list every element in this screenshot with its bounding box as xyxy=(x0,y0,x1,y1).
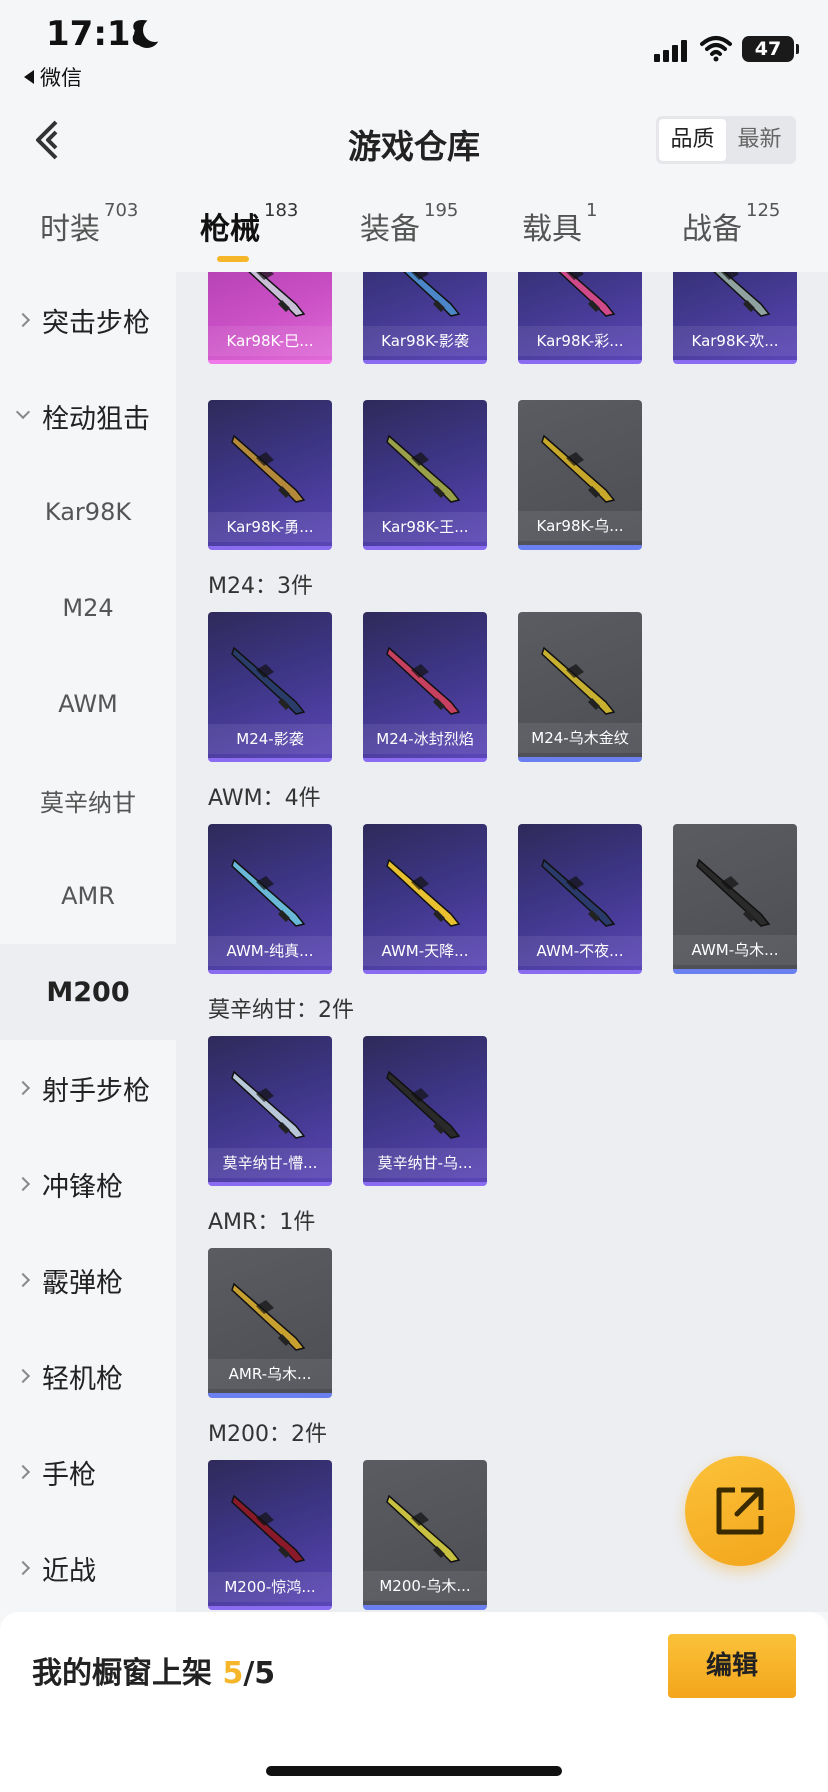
rifle-icon xyxy=(541,858,616,927)
weapon-skin-grid: Kar98K-巳... Kar98K-影袭 Kar98K-彩... Kar98K… xyxy=(176,272,828,1612)
chevron-right-icon xyxy=(15,1368,31,1384)
skin-tile[interactable]: AWM-天降... xyxy=(363,824,487,974)
chevron-right-icon xyxy=(15,312,31,328)
rifle-icon xyxy=(231,1282,306,1351)
skin-tile[interactable]: AMR-乌木... xyxy=(208,1248,332,1398)
chevron-down-icon xyxy=(15,404,31,420)
sidebar-item-m24[interactable]: M24 xyxy=(0,560,176,656)
back-app-label: 微信 xyxy=(40,66,82,90)
weapon-type-sidebar: 突击步枪 栓动狙击 Kar98K M24 AWM 莫辛纳甘 AMR M200 射… xyxy=(0,272,176,1612)
share-fab-button[interactable] xyxy=(685,1456,795,1566)
tab-vehicles[interactable]: 载具1 xyxy=(522,200,597,248)
skin-tile[interactable]: M200-惊鸿... xyxy=(208,1460,332,1610)
rifle-icon xyxy=(386,434,461,503)
skin-tile[interactable]: M200-乌木... xyxy=(363,1460,487,1610)
sidebar-item-lmg[interactable]: 轻机枪 xyxy=(0,1328,176,1424)
section-title-awm: AWM：4件 xyxy=(208,786,321,811)
rifle-icon xyxy=(231,1494,306,1563)
skin-tile[interactable]: AWM-不夜... xyxy=(518,824,642,974)
rifle-icon xyxy=(713,272,771,317)
section-title-mosin: 莫辛纳甘：2件 xyxy=(208,998,354,1023)
rifle-icon xyxy=(386,1070,461,1139)
sort-newest-button[interactable]: 最新 xyxy=(726,119,793,161)
rifle-icon xyxy=(541,646,616,715)
sidebar-item-shotgun[interactable]: 霰弹枪 xyxy=(0,1232,176,1328)
chevron-right-icon xyxy=(15,1272,31,1288)
skin-tile[interactable]: M24-乌木金纹 xyxy=(518,612,642,762)
back-triangle-icon xyxy=(24,70,34,84)
back-chevron-icon[interactable] xyxy=(30,118,70,162)
chevron-right-icon xyxy=(15,1080,31,1096)
sort-toggle: 品质 最新 xyxy=(656,116,796,164)
skin-tile[interactable]: Kar98K-欢... xyxy=(673,272,797,364)
skin-tile[interactable]: Kar98K-王... xyxy=(363,400,487,550)
rifle-icon xyxy=(558,272,616,317)
rifle-icon xyxy=(231,858,306,927)
share-external-icon xyxy=(716,1487,764,1535)
skin-tile[interactable]: Kar98K-乌... xyxy=(518,400,642,550)
sidebar-item-pistol[interactable]: 手枪 xyxy=(0,1424,176,1520)
wifi-icon xyxy=(700,36,732,62)
active-tab-indicator xyxy=(217,256,249,262)
signal-icon xyxy=(654,40,688,62)
showcase-counter: 我的橱窗上架 5/5 xyxy=(32,1656,276,1691)
section-title-amr: AMR：1件 xyxy=(208,1210,316,1235)
tab-guns[interactable]: 枪械183 xyxy=(200,200,298,248)
rifle-icon xyxy=(386,858,461,927)
chevron-right-icon xyxy=(15,1176,31,1192)
skin-tile[interactable]: Kar98K-巳... xyxy=(208,272,332,364)
home-indicator[interactable] xyxy=(266,1766,562,1776)
sidebar-item-amr[interactable]: AMR xyxy=(0,848,176,944)
top-header: 游戏仓库 品质 最新 xyxy=(0,100,828,180)
rifle-icon xyxy=(541,434,616,503)
rifle-icon xyxy=(231,434,306,503)
showcase-bar: 我的橱窗上架 5/5 编辑 xyxy=(0,1612,828,1792)
sidebar-item-assault-rifle[interactable]: 突击步枪 xyxy=(0,272,176,368)
tab-equipment[interactable]: 装备195 xyxy=(360,200,458,248)
sidebar-item-kar98k[interactable]: Kar98K xyxy=(0,464,176,560)
skin-tile[interactable]: M24-影袭 xyxy=(208,612,332,762)
rifle-icon xyxy=(386,646,461,715)
skin-tile[interactable]: Kar98K-影袭 xyxy=(363,272,487,364)
section-title-m200: M200：2件 xyxy=(208,1422,327,1447)
sort-quality-button[interactable]: 品质 xyxy=(659,119,726,161)
rifle-icon xyxy=(403,272,461,317)
tab-fashion[interactable]: 时装703 xyxy=(40,200,138,248)
skin-tile[interactable]: 莫辛纳甘-懵... xyxy=(208,1036,332,1186)
chevron-right-icon xyxy=(15,1464,31,1480)
sidebar-item-smg[interactable]: 冲锋枪 xyxy=(0,1136,176,1232)
section-title-m24: M24：3件 xyxy=(208,574,313,599)
edit-button[interactable]: 编辑 xyxy=(668,1634,796,1698)
battery-icon: 47 xyxy=(742,36,799,62)
rifle-icon xyxy=(386,1494,461,1563)
category-tabs: 时装703 枪械183 装备195 载具1 战备125 xyxy=(0,196,828,268)
skin-tile[interactable]: Kar98K-勇... xyxy=(208,400,332,550)
rifle-icon xyxy=(696,858,771,927)
sidebar-item-dmr[interactable]: 射手步枪 xyxy=(0,1040,176,1136)
rifle-icon xyxy=(231,1070,306,1139)
tab-supplies[interactable]: 战备125 xyxy=(682,200,780,248)
sidebar-item-awm[interactable]: AWM xyxy=(0,656,176,752)
skin-tile[interactable]: AWM-纯真... xyxy=(208,824,332,974)
sidebar-item-mosin[interactable]: 莫辛纳甘 xyxy=(0,752,176,848)
skin-tile[interactable]: AWM-乌木... xyxy=(673,824,797,974)
chevron-right-icon xyxy=(15,1560,31,1576)
back-to-app-link[interactable]: 微信 xyxy=(24,62,82,92)
skin-tile[interactable]: Kar98K-彩... xyxy=(518,272,642,364)
skin-tile[interactable]: M24-冰封烈焰 xyxy=(363,612,487,762)
status-bar: 17:18 微信 47 xyxy=(0,0,828,100)
sidebar-item-melee[interactable]: 近战 xyxy=(0,1520,176,1616)
sidebar-item-m200[interactable]: M200 xyxy=(0,944,176,1040)
rifle-icon xyxy=(248,272,306,317)
rifle-icon xyxy=(231,646,306,715)
moon-icon xyxy=(134,18,167,48)
sidebar-item-bolt-sniper[interactable]: 栓动狙击 xyxy=(0,368,176,464)
skin-tile[interactable]: 莫辛纳甘-乌... xyxy=(363,1036,487,1186)
